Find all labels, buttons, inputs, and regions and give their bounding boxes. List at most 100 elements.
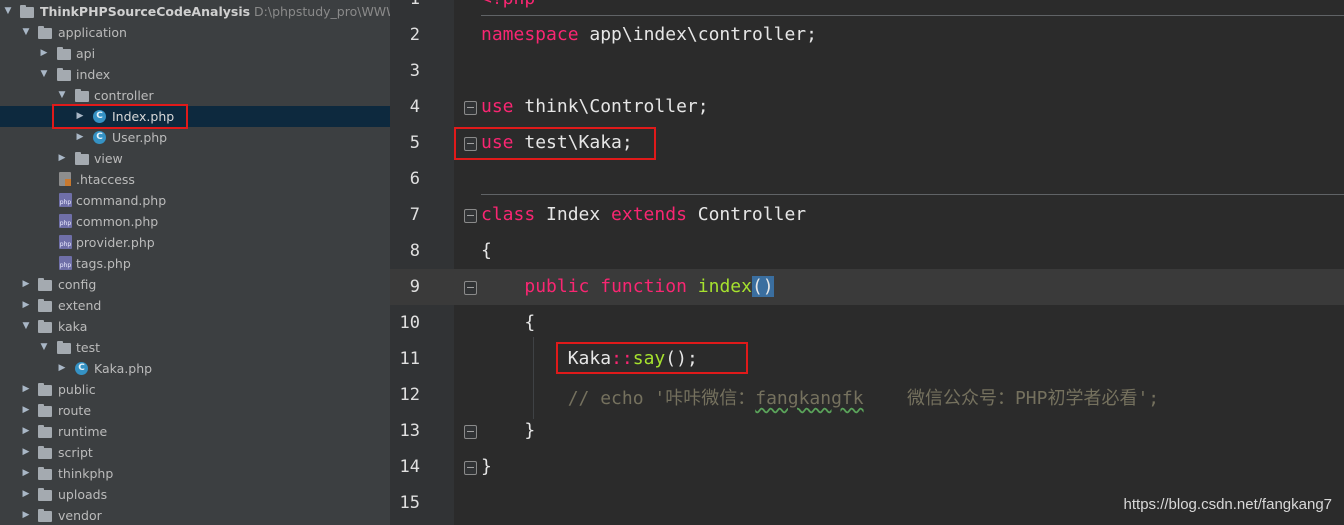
fold-icon[interactable] — [464, 101, 477, 115]
tree-label: Kaka.php — [94, 361, 153, 376]
project-name: ThinkPHPSourceCodeAnalysis — [40, 4, 251, 19]
code-token: Index — [535, 204, 612, 225]
collapsed-arrow-icon[interactable]: ▶ — [57, 358, 67, 379]
tree-row-extend[interactable]: ▶ extend — [0, 295, 390, 316]
folder-icon — [75, 89, 89, 102]
folder-icon — [38, 383, 52, 396]
expanded-arrow-icon[interactable]: ▼ — [21, 316, 31, 337]
tree-row-script[interactable]: ▶ script — [0, 442, 390, 463]
tree-label: application — [58, 25, 127, 40]
tree-label: kaka — [58, 319, 88, 334]
tree-row-index-php[interactable]: ▶ C Index.php — [0, 106, 390, 127]
tree-label: uploads — [58, 487, 108, 502]
folder-icon — [38, 488, 52, 501]
collapsed-arrow-icon[interactable]: ▶ — [21, 295, 31, 316]
code-editor[interactable] — [454, 0, 1344, 525]
php-class-icon: C — [93, 131, 106, 144]
tree-label: thinkphp — [58, 466, 114, 481]
php-file-icon: php — [59, 193, 72, 207]
tree-row-config[interactable]: ▶ config — [0, 274, 390, 295]
tree-row-kaka[interactable]: ▼ kaka — [0, 316, 390, 337]
collapsed-arrow-icon[interactable]: ▶ — [75, 106, 85, 127]
collapsed-arrow-icon[interactable]: ▶ — [21, 463, 31, 484]
folder-icon — [20, 5, 34, 18]
tree-label: command.php — [76, 193, 167, 208]
tree-row-common-php[interactable]: php common.php — [0, 211, 390, 232]
collapsed-arrow-icon[interactable]: ▶ — [39, 43, 49, 64]
line-number: 14 — [399, 457, 420, 477]
tree-row-thinkphp[interactable]: ▶ thinkphp — [0, 463, 390, 484]
tree-label: test — [76, 340, 101, 355]
tree-row-controller[interactable]: ▼ controller — [0, 85, 390, 106]
expanded-arrow-icon[interactable]: ▼ — [21, 22, 31, 43]
tree-row-tags-php[interactable]: php tags.php — [0, 253, 390, 274]
tree-row-route[interactable]: ▶ route — [0, 400, 390, 421]
expanded-arrow-icon[interactable]: ▼ — [39, 337, 49, 358]
collapsed-arrow-icon[interactable]: ▶ — [21, 442, 31, 463]
line-number: 5 — [409, 133, 420, 153]
tree-label: common.php — [76, 214, 159, 229]
tree-row-test[interactable]: ▼ test — [0, 337, 390, 358]
tree-row-project[interactable]: ▼ ThinkPHPSourceCodeAnalysis D:\phpstudy… — [0, 1, 390, 22]
code-line-11: Kaka::say(); — [481, 348, 698, 369]
tree-row-index[interactable]: ▼ index — [0, 64, 390, 85]
line-number: 2 — [409, 25, 420, 45]
code-line-14: } — [481, 456, 492, 477]
code-token: () — [751, 276, 774, 297]
fold-icon[interactable] — [464, 137, 477, 151]
collapsed-arrow-icon[interactable]: ▶ — [57, 148, 67, 169]
tree-label: User.php — [112, 130, 168, 145]
project-tree-panel: ▼ ThinkPHPSourceCodeAnalysis D:\phpstudy… — [0, 0, 390, 525]
line-number: 15 — [399, 493, 420, 513]
tree-row-user-php[interactable]: ▶ C User.php — [0, 127, 390, 148]
tree-label: controller — [94, 88, 154, 103]
tree-label: Index.php — [112, 109, 175, 124]
method-separator — [481, 194, 1344, 195]
tree-label: provider.php — [76, 235, 155, 250]
fold-icon[interactable] — [464, 425, 477, 439]
collapsed-arrow-icon[interactable]: ▶ — [21, 274, 31, 295]
folder-icon — [38, 278, 52, 291]
folder-icon — [57, 47, 71, 60]
code-token: test\Kaka; — [513, 132, 633, 153]
code-line-5: use test\Kaka; — [481, 132, 633, 153]
code-token: say — [632, 348, 666, 369]
tree-row-application[interactable]: ▼ application — [0, 22, 390, 43]
tree-row-api[interactable]: ▶ api — [0, 43, 390, 64]
tree-row-command-php[interactable]: php command.php — [0, 190, 390, 211]
tree-row-uploads[interactable]: ▶ uploads — [0, 484, 390, 505]
tree-label: vendor — [58, 508, 102, 523]
code-line-2: namespace app\index\controller; — [481, 24, 817, 45]
folder-icon — [38, 467, 52, 480]
code-token: public — [524, 276, 590, 297]
tree-row-runtime[interactable]: ▶ runtime — [0, 421, 390, 442]
tree-row-public[interactable]: ▶ public — [0, 379, 390, 400]
expanded-arrow-icon[interactable]: ▼ — [3, 1, 13, 22]
expanded-arrow-icon[interactable]: ▼ — [57, 85, 67, 106]
collapsed-arrow-icon[interactable]: ▶ — [21, 379, 31, 400]
tree-row-vendor[interactable]: ▶ vendor — [0, 505, 390, 525]
folder-icon — [38, 320, 52, 333]
collapsed-arrow-icon[interactable]: ▶ — [21, 484, 31, 505]
fold-icon[interactable] — [464, 461, 477, 475]
expanded-arrow-icon[interactable]: ▼ — [39, 64, 49, 85]
tree-row-kaka-php[interactable]: ▶ C Kaka.php — [0, 358, 390, 379]
collapsed-arrow-icon[interactable]: ▶ — [21, 400, 31, 421]
fold-icon[interactable] — [464, 281, 477, 295]
tree-row-view[interactable]: ▶ view — [0, 148, 390, 169]
collapsed-arrow-icon[interactable]: ▶ — [21, 505, 31, 525]
collapsed-arrow-icon[interactable]: ▶ — [75, 127, 85, 148]
code-token: app\index\controller; — [578, 24, 817, 45]
code-token: Controller — [686, 204, 807, 225]
collapsed-arrow-icon[interactable]: ▶ — [21, 421, 31, 442]
tree-row-htaccess[interactable]: .htaccess — [0, 169, 390, 190]
config-file-icon — [59, 172, 71, 186]
tree-row-provider-php[interactable]: php provider.php — [0, 232, 390, 253]
fold-icon[interactable] — [464, 209, 477, 223]
folder-icon — [38, 404, 52, 417]
code-token: index — [697, 276, 752, 297]
code-token: <?php — [481, 0, 535, 9]
